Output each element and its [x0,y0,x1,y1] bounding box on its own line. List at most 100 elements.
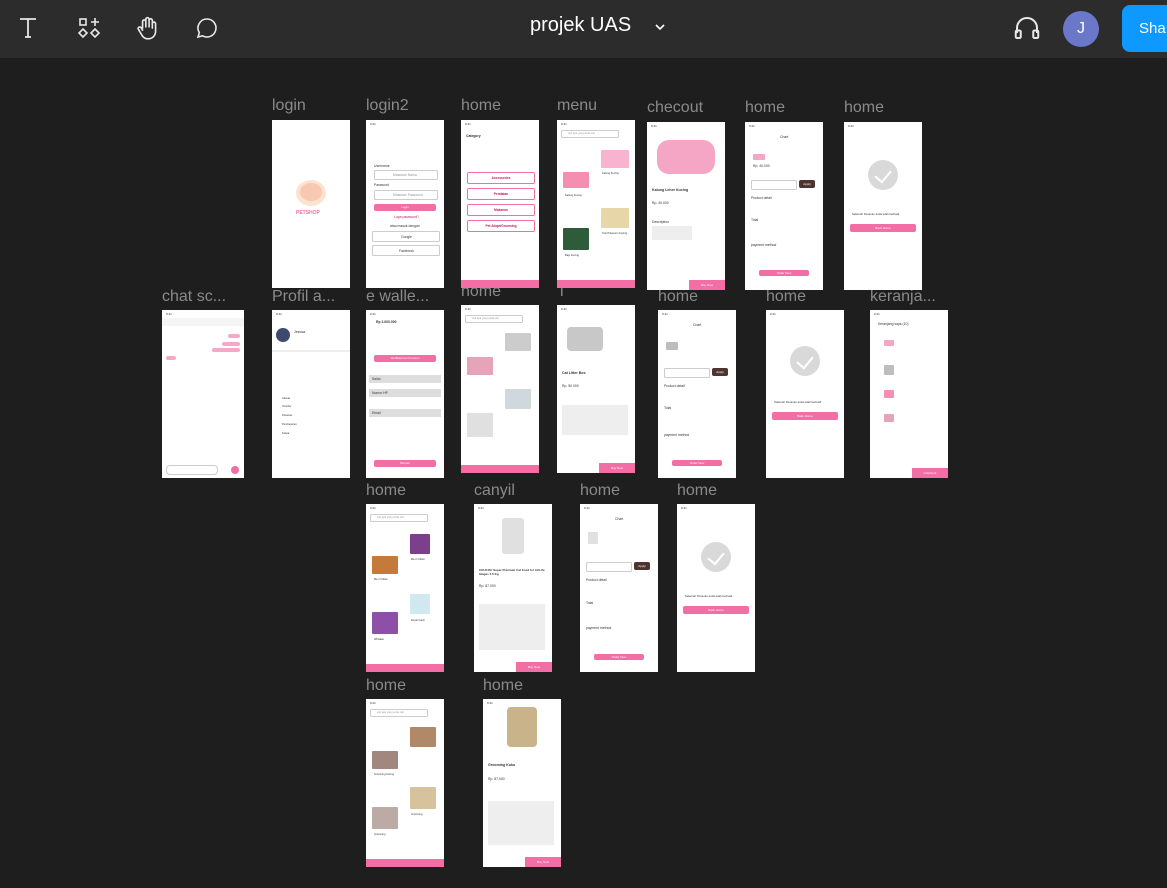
hand-icon[interactable] [130,10,166,46]
frame-label-home[interactable]: home [366,677,406,695]
frame-label-keranjang[interactable]: keranja... [870,288,936,306]
profile-menu-item[interactable]: Voucher [282,405,292,408]
frame-chart-2[interactable]: 9:41 Chart Apply Product detail Total pa… [658,310,736,478]
back-home-button[interactable]: Back Home [683,606,749,614]
frame-label-chat[interactable]: chat sc... [162,288,226,306]
frame-login[interactable]: PETSHOP [272,120,350,288]
frame-label-menu[interactable]: menu [557,97,597,115]
category-makanan[interactable]: Makanan [467,204,535,216]
save-button[interactable]: Simpan [374,460,436,467]
components-icon[interactable] [71,10,107,46]
facebook-button[interactable]: Facebook [372,245,440,256]
voucher-input[interactable] [751,180,797,190]
search-input[interactable]: cari apa yang anda cari [370,709,428,717]
frame-success-2[interactable]: 9:41 Selamat! Pesanan anda telah berhasi… [766,310,844,478]
apply-button[interactable]: Apply [634,562,650,570]
message-input[interactable] [166,465,218,475]
frame-label-home[interactable]: home [366,482,406,500]
wallet-row[interactable]: Email [369,409,441,417]
frame-product-litter[interactable]: 9:41 Cat Litter Box Rp. 50.000 Buy Now [557,305,635,473]
checkout-button[interactable]: Checkout [912,468,948,478]
frame-profile[interactable]: 9:41 Jessica Alamat Voucher Pesanan Pemb… [272,310,350,478]
frame-home-food[interactable]: 9:41 cari apa yang anda cari Me-O Kitten… [366,504,444,672]
buy-now-button[interactable]: Buy Now [525,857,561,867]
forgot-password-link[interactable]: Lupa password? [394,215,419,219]
product-thumb [884,365,894,375]
search-input[interactable]: cari apa yang anda cari [465,315,523,323]
category-accessories[interactable]: Accessories [467,172,535,184]
frame-label-home[interactable]: home [844,99,884,117]
frame-label-checkout[interactable]: checout [647,99,703,117]
bottom-nav[interactable] [366,859,444,867]
frame-label-login[interactable]: login [272,97,306,115]
username-field[interactable]: Masukan Nama [374,170,438,180]
wallet-row[interactable]: Nomor HP [369,389,441,397]
bottom-nav[interactable] [557,280,635,288]
frame-menu[interactable]: 9:41 cari apa yang anda cari Kalung Kuci… [557,120,635,288]
frame-label-login2[interactable]: login2 [366,97,409,115]
order-button[interactable]: Order Now [594,654,644,660]
frame-chart[interactable]: 9:41 Chart Rp. 40.000 Apply Product deta… [745,122,823,290]
search-input[interactable]: cari apa yang anda cari [370,514,428,522]
status-time: 9:41 [166,312,172,316]
google-button[interactable]: Google [372,231,440,242]
back-home-button[interactable]: Back Home [850,224,916,232]
comment-icon[interactable] [189,10,225,46]
bottom-nav[interactable] [366,664,444,672]
text-icon[interactable] [10,10,46,46]
frame-wallet[interactable]: 9:41 Rp 2.000.000 Verifikasi ke Premium … [366,310,444,478]
category-peralatan[interactable]: Peralatan [467,188,535,200]
bottom-nav[interactable] [461,280,539,288]
frame-login2[interactable]: 9:41 Username Masukan Nama Password Masu… [366,120,444,288]
frame-success-3[interactable]: 9:41 Selamat! Pesanan anda telah berhasi… [677,504,755,672]
order-button[interactable]: Order Now [759,270,809,276]
buy-now-button[interactable]: Buy Now [599,463,635,473]
password-field[interactable]: Masukan Password [374,190,438,200]
chevron-down-icon[interactable] [653,20,667,34]
frame-label-home[interactable]: home [580,482,620,500]
frame-home-category[interactable]: 9:41 Category Accessories Peralatan Maka… [461,120,539,288]
frame-label-home[interactable]: home [766,288,806,306]
profile-menu-item[interactable]: Pembayaran [282,423,297,426]
total-label: Total [586,601,594,605]
send-icon[interactable] [231,466,239,474]
frame-label-profil[interactable]: Profil a... [272,288,335,306]
bottom-nav[interactable] [461,465,539,473]
frame-success[interactable]: 9:41 Selamat! Pesanan anda telah berhasi… [844,122,922,290]
frame-checkout[interactable]: 9:41 Kalung Leher Kucing Rp. 40.000 Desc… [647,122,725,290]
search-input[interactable]: cari apa yang anda cari [561,130,619,138]
back-home-button[interactable]: Back Home [772,412,838,420]
frame-label-home[interactable]: home [745,99,785,117]
voucher-input[interactable] [586,562,632,572]
frame-home-grooming[interactable]: 9:41 cari apa yang anda cari Grooming Ku… [366,699,444,867]
frame-product-grooming[interactable]: 9:41 Grooming Kuku Rp. 87.000 Buy Now [483,699,561,867]
profile-menu-item[interactable]: Pesanan [282,414,292,417]
frame-product-canyil[interactable]: 9:41 COUCOU Super Premium Cat Food for A… [474,504,552,672]
frame-home-list[interactable]: 9:41 cari apa yang anda cari [461,305,539,473]
frame-label-home[interactable]: home [461,97,501,115]
apply-button[interactable]: Apply [712,368,728,376]
voucher-input[interactable] [664,368,710,378]
profile-menu-item[interactable]: Alamat [282,397,290,400]
order-button[interactable]: Order Now [672,460,722,466]
frame-label-wallet[interactable]: e walle... [366,288,429,306]
frame-label-canyil[interactable]: canyil [474,482,515,500]
login-button[interactable]: Login [374,204,436,211]
buy-now-button[interactable]: Buy Now [689,280,725,290]
frame-cart[interactable]: 9:41 Keranjang saya (10) Checkout [870,310,948,478]
share-button[interactable]: Sha [1122,5,1167,52]
verify-premium-button[interactable]: Verifikasi ke Premium [374,355,436,362]
headphones-icon[interactable] [1009,10,1045,46]
frame-label-home[interactable]: home [483,677,523,695]
apply-button[interactable]: Apply [799,180,815,188]
profile-menu-item[interactable]: Keluar [282,432,290,435]
category-adopt[interactable]: Pet Adopt/Grooming [467,220,535,232]
file-title[interactable]: projek UAS [530,14,631,37]
buy-now-button[interactable]: Buy Now [516,662,552,672]
avatar[interactable]: J [1063,11,1099,47]
frame-chat[interactable]: 9:41 [162,310,244,478]
frame-label-home[interactable]: home [677,482,717,500]
frame-chart-3[interactable]: 9:41 Chart Apply Product detail Total pa… [580,504,658,672]
wallet-row[interactable]: Saldo [369,375,441,383]
frame-label-home[interactable]: home [658,288,698,306]
